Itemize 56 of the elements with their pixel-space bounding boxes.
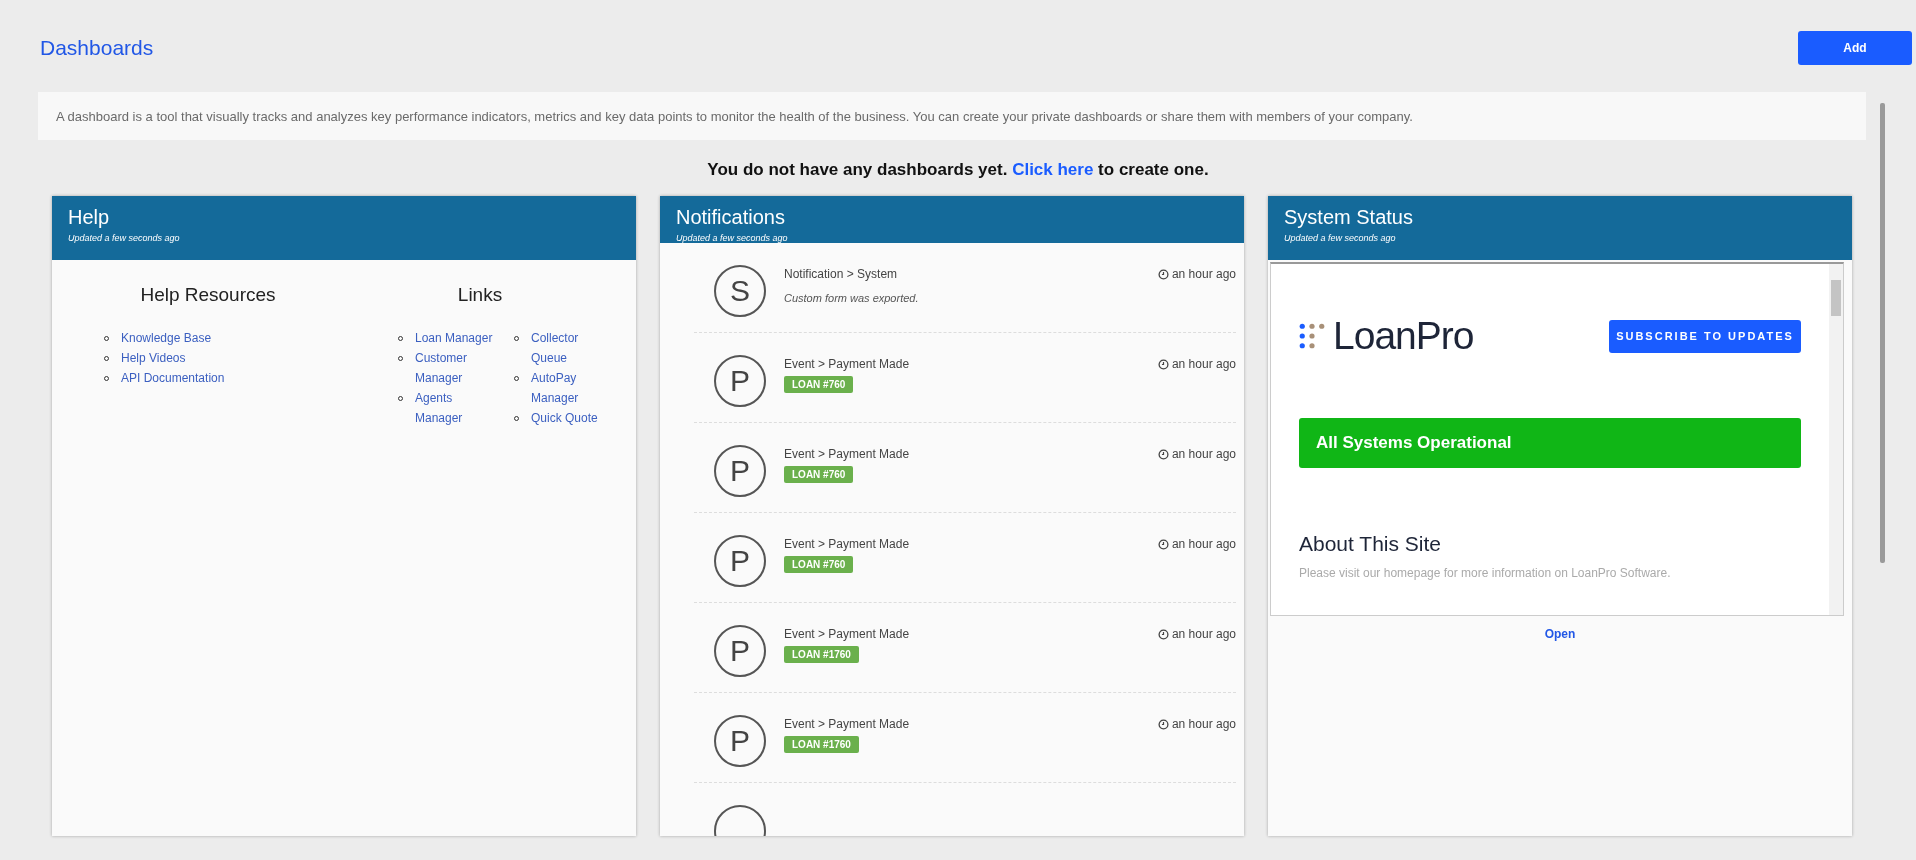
help-link[interactable]: Help Videos [121,348,186,368]
nav-link[interactable]: Loan Manager [415,328,493,348]
scrollbar[interactable] [1829,264,1843,615]
notification-title: Event > Payment Made [784,717,910,731]
clock-icon [1157,358,1169,370]
updated-text: Updated a few seconds ago [1284,233,1397,243]
description-text: A dashboard is a tool that visually tracks and analyzes key performance indicators, metrics and key data points to monitor the health of the business. You can create your private dashboards or share them with members of your company. [56,108,1413,124]
nav-link[interactable]: AutoPay Manager [531,368,610,408]
open-link[interactable]: Open [1544,627,1576,641]
card-title: Help [68,206,111,229]
notification-title: Event > Payment Made [784,357,910,371]
clock-icon [1157,448,1169,460]
clock-icon [1157,268,1169,280]
notification-title: Event > Payment Made [784,537,910,551]
notification-title: Event > Payment Made [784,627,910,641]
status-text: All Systems Operational [1316,433,1512,453]
create-link[interactable]: Click here [1012,160,1094,179]
letter-avatar: P [714,445,766,497]
letter-avatar: P [714,355,766,407]
brand-logo-text: LoanPro [1333,314,1474,358]
logo-dots-icon [1299,323,1325,349]
clock-icon [1157,538,1169,550]
section-heading: Links [457,284,503,306]
empty-message: You do not have any dashboards yet. Click here to create one. [706,160,1210,180]
help-link[interactable]: Knowledge Base [121,328,212,348]
timestamp: an hour ago [1171,537,1236,551]
letter-avatar: S [714,265,766,317]
clock-icon [1157,628,1169,640]
nav-link[interactable]: Customer Manager [415,348,494,388]
notification-title: Event > Payment Made [784,447,910,461]
timestamp: an hour ago [1171,717,1236,731]
subscribe-button[interactable]: SUBSCRIBE TO UPDATES [1609,319,1801,353]
add-button[interactable]: Add [1798,31,1912,65]
clock-icon [1157,718,1169,730]
about-text: Please visit our homepage for more information on LoanPro Software. [1299,566,1672,580]
letter-avatar: P [714,715,766,767]
updated-text: Updated a few seconds ago [68,233,181,243]
nav-link[interactable]: Collector Queue [531,328,610,368]
card-title: Notifications [676,206,786,229]
notification-title: Notification > System [784,267,898,281]
page-scrollbar[interactable] [1880,103,1885,563]
updated-text: Updated a few seconds ago [676,233,789,243]
help-link[interactable]: API Documentation [121,368,225,388]
page-title: Dashboards [40,35,154,60]
timestamp: an hour ago [1171,627,1236,641]
letter-avatar: P [714,625,766,677]
letter-avatar: P [714,535,766,587]
notification-message: Custom form was exported. [784,292,919,304]
timestamp: an hour ago [1171,447,1236,461]
timestamp: an hour ago [1171,357,1236,371]
nav-link[interactable]: Quick Quote [531,408,598,428]
timestamp: an hour ago [1171,267,1236,281]
card-title: System Status [1284,206,1414,229]
about-heading: About This Site [1299,532,1443,556]
nav-link[interactable]: Agents Manager [415,388,494,428]
section-heading: Help Resources [140,284,276,306]
